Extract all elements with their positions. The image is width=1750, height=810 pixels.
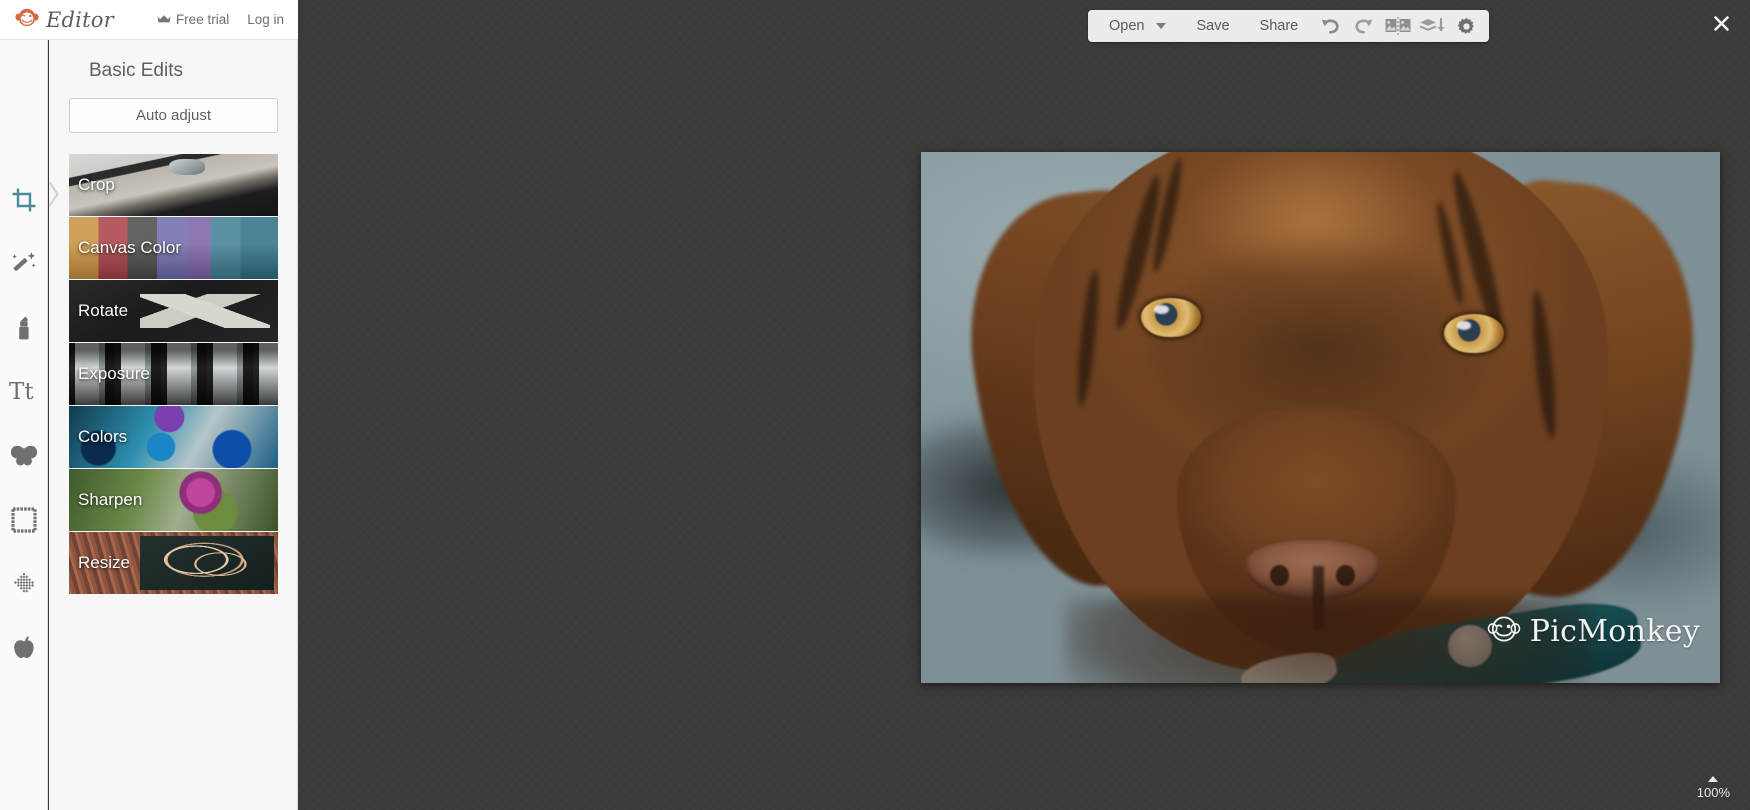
list-item-label: Rotate [78, 301, 129, 320]
list-item-label: Canvas Color [78, 238, 181, 257]
save-label: Save [1196, 18, 1230, 34]
logo-text: Editor [46, 7, 114, 32]
list-item-label: Sharpen [78, 490, 143, 509]
close-x-icon [1713, 15, 1729, 31]
monkey-logo-icon [1487, 615, 1521, 648]
magic-wand-icon [11, 251, 37, 277]
open-label: Open [1109, 18, 1145, 34]
sidebar-item-touch-up[interactable] [4, 308, 44, 348]
save-button[interactable]: Save [1181, 10, 1244, 42]
flatten-layers-icon[interactable] [1415, 10, 1449, 42]
frame-icon [10, 507, 37, 533]
dog-portrait-image [921, 152, 1720, 683]
gear-icon[interactable] [1449, 10, 1483, 42]
chevron-right-icon [48, 181, 60, 212]
monkey-logo-icon [14, 7, 40, 33]
texture-icon [11, 571, 37, 597]
list-item-label: Crop [78, 175, 115, 194]
basic-edits-list: Crop Canvas Color Rotate Exposure Colors… [69, 154, 278, 594]
picmonkey-watermark: PicMonkey [1487, 614, 1700, 649]
panel-collapse-handle[interactable] [44, 177, 64, 215]
list-item-label: Resize [78, 553, 130, 572]
list-item-canvas-color[interactable]: Canvas Color [69, 217, 278, 279]
butterfly-icon [10, 445, 38, 467]
sidebar-item-overlays[interactable] [4, 436, 44, 476]
list-item-label: Exposure [78, 364, 150, 383]
zoom-control[interactable]: 100% [1697, 776, 1730, 800]
list-item-colors[interactable]: Colors [69, 406, 278, 468]
login-label: Log in [247, 12, 284, 27]
compare-images-icon[interactable] [1381, 10, 1415, 42]
picmonkey-editor-window: PicMonkey Open Save Share 100% Tt Basic … [0, 0, 1750, 810]
list-item-rotate[interactable]: Rotate [69, 280, 278, 342]
image-canvas[interactable]: PicMonkey [921, 152, 1720, 683]
zoom-level-label: 100% [1696, 785, 1730, 800]
sidebar-item-textures[interactable] [4, 564, 44, 604]
lipstick-icon [16, 315, 32, 341]
text-tt-icon: Tt [9, 380, 39, 404]
apple-icon [12, 635, 36, 661]
share-label: Share [1259, 18, 1299, 34]
share-button[interactable]: Share [1245, 10, 1314, 42]
sidebar-item-touch-up-magic[interactable] [4, 244, 44, 284]
undo-arrow-icon[interactable] [1313, 10, 1347, 42]
workspace-canvas-area[interactable]: PicMonkey Open Save Share 100% [298, 0, 1750, 810]
sidebar-item-themes[interactable] [4, 628, 44, 668]
sidebar-item-crop[interactable] [4, 180, 44, 220]
list-item-label: Colors [78, 427, 128, 446]
picmonkey-logo[interactable]: Editor [14, 7, 114, 33]
list-item-sharpen[interactable]: Sharpen [69, 469, 278, 531]
tool-rail: Tt [0, 40, 48, 810]
list-item-resize[interactable]: Resize [69, 532, 278, 594]
list-item-exposure[interactable]: Exposure [69, 343, 278, 405]
crown-icon [157, 12, 171, 27]
free-trial-label: Free trial [175, 12, 230, 27]
redo-arrow-icon[interactable] [1347, 10, 1381, 42]
editor-toolbar: Open Save Share [1088, 10, 1490, 42]
free-trial-link[interactable]: Free trial [157, 12, 229, 27]
svg-text:Tt: Tt [9, 380, 34, 404]
login-link[interactable]: Log in [247, 12, 284, 27]
sidebar-item-frames[interactable] [4, 500, 44, 540]
page-title: Basic Edits [89, 60, 183, 81]
watermark-text: PicMonkey [1529, 614, 1700, 649]
open-button[interactable]: Open [1094, 10, 1181, 42]
close-button[interactable] [1706, 8, 1736, 38]
sidebar-item-text[interactable]: Tt [4, 372, 44, 412]
caret-up-icon[interactable] [1708, 776, 1719, 782]
list-item-crop[interactable]: Crop [69, 154, 278, 216]
header-actions: Free trial Log in [157, 12, 284, 27]
crop-icon [11, 187, 37, 213]
auto-adjust-button[interactable]: Auto adjust [69, 98, 278, 133]
app-header: Editor Free trial Log in [0, 0, 298, 40]
caret-down-icon[interactable] [1156, 23, 1167, 29]
basic-edits-panel: Basic Edits Auto adjust Crop Canvas Colo… [49, 40, 298, 810]
